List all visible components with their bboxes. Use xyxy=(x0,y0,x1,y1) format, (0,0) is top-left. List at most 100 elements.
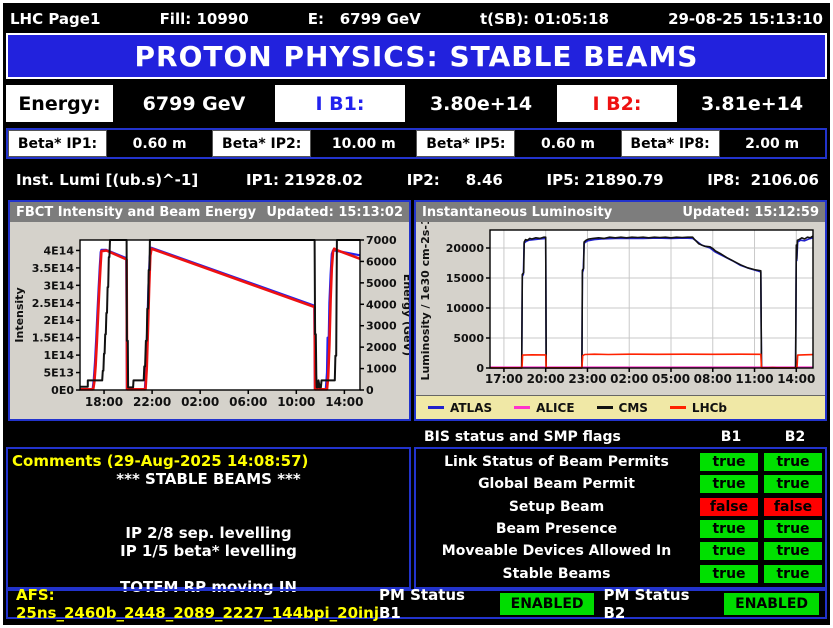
inst-lumi-value-4: IP8: 2106.06 xyxy=(707,171,819,189)
bis-row-badges: true true xyxy=(697,475,825,494)
page-mode-banner: PROTON PHYSICS: STABLE BEAMS xyxy=(6,33,827,79)
lhc-page1-window: LHC Page1 Fill: 10990 E: 6799 GeV t(SB):… xyxy=(0,0,833,628)
inst-lumi-value-2: IP2: 8.46 xyxy=(406,171,503,189)
status-badge-b1: true xyxy=(700,564,758,583)
fbct-chart-panel: FBCT Intensity and Beam Energy Updated: … xyxy=(8,200,411,421)
comments-title: Comments (29-Aug-2025 14:08:57) xyxy=(12,452,309,470)
svg-text:0E0: 0E0 xyxy=(51,384,74,397)
bis-col-b2: B2 xyxy=(784,428,806,445)
svg-text:0: 0 xyxy=(366,384,374,397)
fbct-intensity-energy-chart: 18:00 22:00 02:00 06:00 10:00 14:00 0E0 5E13 1E1… xyxy=(13,234,409,409)
luminosity-chart-title: Instantaneous Luminosity xyxy=(422,204,613,220)
svg-text:02:00: 02:00 xyxy=(610,372,648,386)
pm-status-b1-label: PM Status B1 xyxy=(378,586,465,622)
legend-item-lhcb: LHCb xyxy=(669,400,728,415)
svg-text:2000: 2000 xyxy=(366,341,397,354)
status-badge-b1: true xyxy=(700,520,758,539)
intensity-b1-label: I B1: xyxy=(275,85,405,122)
svg-text:Luminosity / 1e30 cm-2s-1: Luminosity / 1e30 cm-2s-1 xyxy=(419,222,432,381)
svg-text:1E14: 1E14 xyxy=(44,349,75,362)
bis-row-label: Global Beam Permit xyxy=(478,476,635,493)
inst-lumi-values: IP1: 21928.02 IP2: 8.46 IP5: 21890.79 IP8: … xyxy=(246,171,827,189)
comment-line xyxy=(12,488,405,506)
comment-line: *** STABLE BEAMS *** xyxy=(116,470,301,488)
svg-text:06:00: 06:00 xyxy=(229,395,267,409)
fbct-chart-updated: Updated: 15:13:02 xyxy=(266,204,403,220)
bis-row: Setup Beam false false xyxy=(416,497,825,516)
intensity-b2-value: 3.81e+14 xyxy=(677,85,827,122)
svg-text:3E14: 3E14 xyxy=(44,279,75,292)
status-badge-b2: true xyxy=(764,542,822,561)
bis-row-badges: true true xyxy=(697,453,825,472)
svg-text:7000: 7000 xyxy=(366,234,397,247)
inst-lumi-value-1: IP1: 21928.02 xyxy=(246,171,363,189)
svg-text:5E13: 5E13 xyxy=(44,367,74,380)
svg-text:3.5E14: 3.5E14 xyxy=(32,262,75,275)
status-badge-b1: true xyxy=(700,475,758,494)
beta-ip-value-3: 0.60 m xyxy=(515,130,621,157)
svg-text:5000: 5000 xyxy=(366,277,397,290)
bis-row-badges: true true xyxy=(697,564,825,583)
svg-text:2E14: 2E14 xyxy=(44,314,75,327)
fbct-chart-titlebar: FBCT Intensity and Beam Energy Updated: … xyxy=(10,202,409,222)
comment-line xyxy=(12,560,405,578)
bis-header-row: BIS status and SMP flags B1 B2 xyxy=(414,426,827,447)
bis-row-badges: true true xyxy=(697,542,825,561)
bis-row: Beam Presence true true xyxy=(416,520,825,539)
svg-text:17:00: 17:00 xyxy=(485,372,523,386)
fbct-chart-title: FBCT Intensity and Beam Energy xyxy=(16,204,257,220)
luminosity-legend: ATLAS ALICE CMS LHCb xyxy=(416,395,825,419)
bis-row-badges: true true xyxy=(697,520,825,539)
svg-text:4000: 4000 xyxy=(366,298,397,311)
svg-text:15000: 15000 xyxy=(446,272,485,285)
svg-text:02:00: 02:00 xyxy=(181,395,219,409)
svg-text:1000: 1000 xyxy=(366,363,397,376)
legend-item-atlas: ATLAS xyxy=(428,401,492,415)
svg-text:10:00: 10:00 xyxy=(277,395,315,409)
bis-row-label: Moveable Devices Allowed In xyxy=(441,543,672,560)
inst-lumi-value-3: IP5: 21890.79 xyxy=(546,171,664,189)
status-badge-b1: true xyxy=(700,542,758,561)
svg-text:Energy (GeV): Energy (GeV) xyxy=(401,274,409,356)
svg-text:Intensity: Intensity xyxy=(13,287,26,342)
legend-dash-icon xyxy=(428,406,444,409)
beta-ip-label-2: Beta* IP2: xyxy=(212,130,312,157)
legend-label: LHCb xyxy=(691,400,728,415)
svg-text:0: 0 xyxy=(476,362,484,375)
legend-dash-icon xyxy=(669,406,686,409)
energy-value: 6799 GeV xyxy=(113,85,275,122)
svg-text:11:00: 11:00 xyxy=(735,372,773,386)
pm-status-group: PM Status B1 ENABLED PM Status B2 ENABLE… xyxy=(379,586,825,622)
beta-ip-label-1: Beta* IP1: xyxy=(8,130,107,157)
svg-text:14:00: 14:00 xyxy=(325,395,363,409)
bis-row-badges: false false xyxy=(697,497,825,516)
beta-ip-value-2: 10.00 m xyxy=(311,130,417,157)
status-badge-b2: false xyxy=(764,497,822,516)
legend-item-cms: CMS xyxy=(596,401,648,415)
app-title: LHC Page1 xyxy=(10,10,101,28)
svg-text:5000: 5000 xyxy=(453,332,484,345)
intensity-b1-value: 3.80e+14 xyxy=(405,85,557,122)
svg-text:2.5E14: 2.5E14 xyxy=(32,297,75,310)
svg-text:05:00: 05:00 xyxy=(652,372,690,386)
mode-title: PROTON PHYSICS: STABLE BEAMS xyxy=(134,39,699,73)
comments-body: *** STABLE BEAMS *** IP 2/8 sep. levellin… xyxy=(12,470,405,596)
svg-text:10000: 10000 xyxy=(446,302,485,315)
luminosity-chart-panel: Instantaneous Luminosity Updated: 15:12:… xyxy=(414,200,827,421)
beta-ip-label-3: Beta* IP5: xyxy=(416,130,516,157)
beta-ip-label-4: Beta* IP8: xyxy=(620,130,720,157)
comments-box: Comments (29-Aug-2025 14:08:57) *** STAB… xyxy=(6,447,411,596)
status-badge-b1: true xyxy=(700,453,758,472)
top-status-bar: LHC Page1 Fill: 10990 E: 6799 GeV t(SB):… xyxy=(6,7,827,31)
energy-label: Energy: xyxy=(6,85,113,122)
pm-status-b2-badge: ENABLED xyxy=(724,593,819,615)
svg-text:08:00: 08:00 xyxy=(694,372,732,386)
beta-star-row: Beta* IP1: 0.60 m Beta* IP2: 10.00 m Beta* I… xyxy=(6,128,827,159)
svg-text:20000: 20000 xyxy=(446,242,485,255)
status-badge-b1: false xyxy=(700,497,758,516)
legend-dash-icon xyxy=(514,406,531,409)
bis-header-title: BIS status and SMP flags xyxy=(424,428,621,445)
svg-text:23:00: 23:00 xyxy=(568,372,606,386)
svg-text:4E14: 4E14 xyxy=(44,244,75,257)
bis-row-label: Beam Presence xyxy=(495,521,618,538)
